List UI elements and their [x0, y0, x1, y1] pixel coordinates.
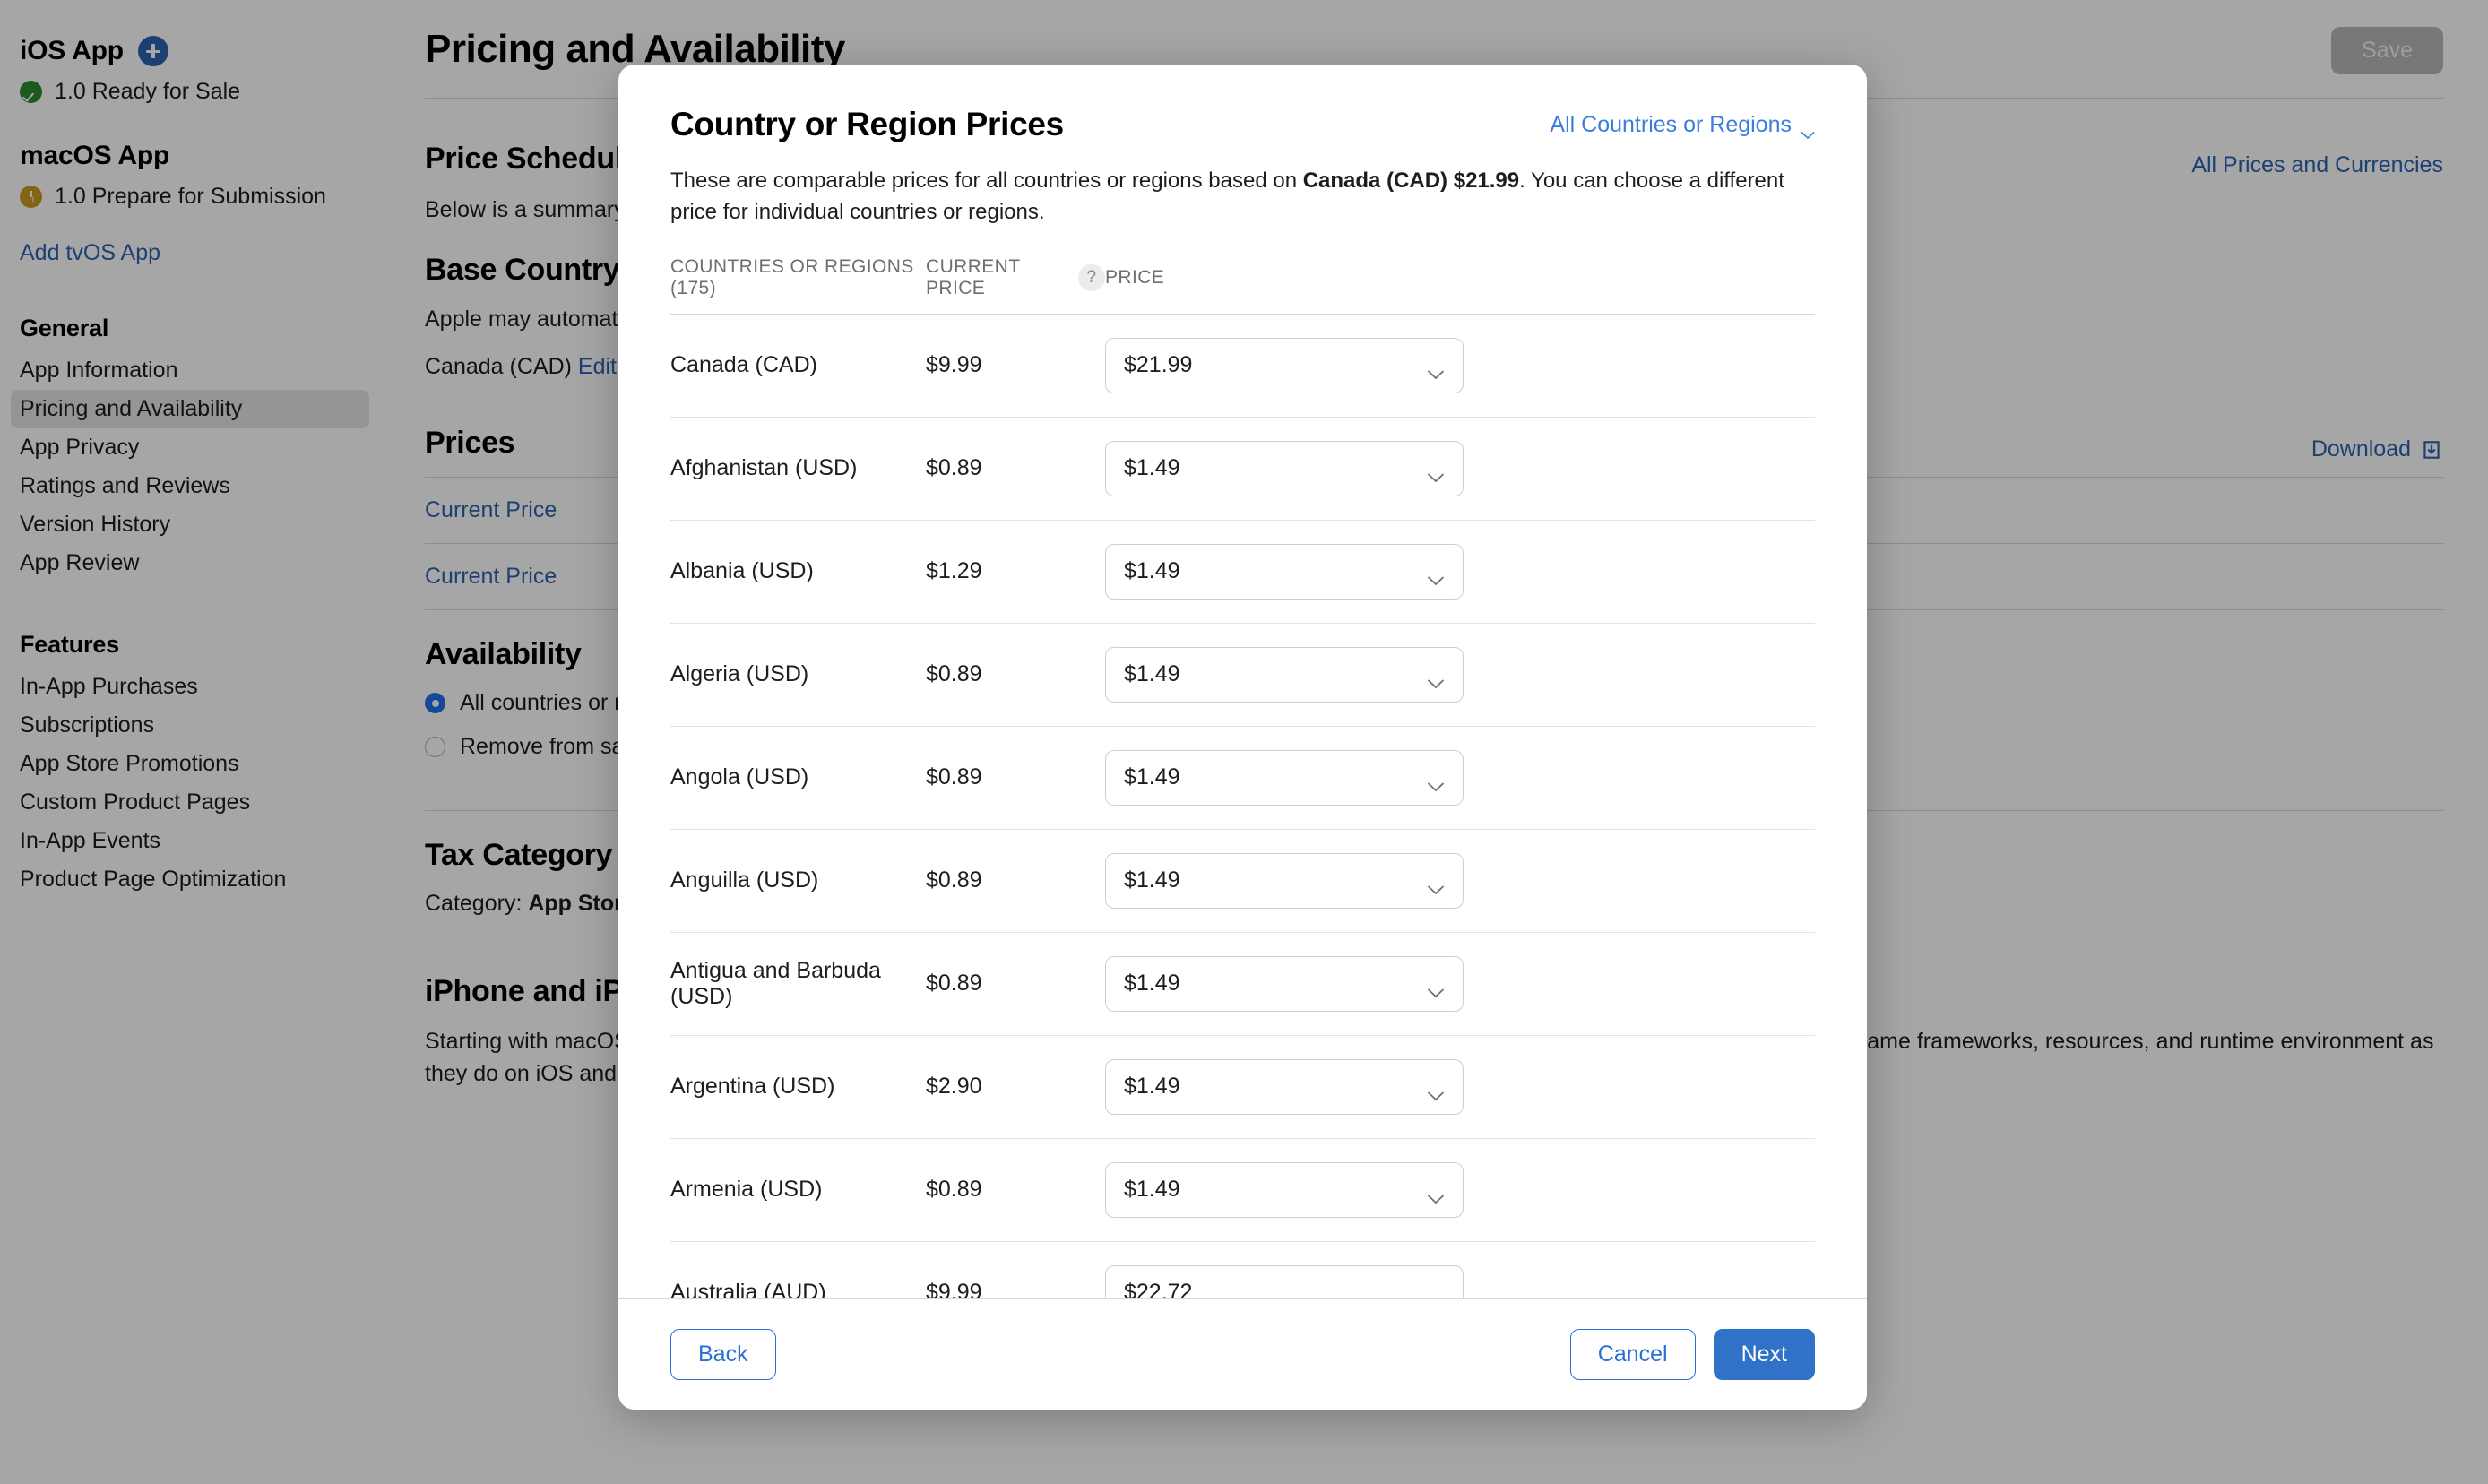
chevron-down-icon	[1427, 463, 1445, 482]
column-header-price: PRICE	[1105, 266, 1165, 288]
table-row: Angola (USD) $0.89 $1.49	[670, 727, 1815, 830]
cell-price: $1.49	[1105, 955, 1815, 1012]
cell-price: $1.49	[1105, 646, 1815, 703]
cell-price: $22.72	[1105, 1264, 1815, 1298]
price-select-value: $22.72	[1124, 1280, 1193, 1298]
cell-country: Albania (USD)	[670, 558, 814, 584]
table-row: Anguilla (USD) $0.89 $1.49	[670, 830, 1815, 933]
cell-country: Algeria (USD)	[670, 661, 809, 687]
cell-current-price: $0.89	[926, 867, 982, 893]
table-row: Algeria (USD) $0.89 $1.49	[670, 624, 1815, 727]
footer-actions: Cancel Next	[1569, 1328, 1815, 1380]
column-header-current-price-label: CURRENT PRICE	[926, 255, 1021, 298]
back-button[interactable]: Back	[670, 1328, 776, 1380]
description-base-price: Canada (CAD) $21.99	[1302, 168, 1520, 193]
cell-price: $1.49	[1105, 852, 1815, 909]
cell-current-price: $0.89	[926, 455, 982, 481]
price-select[interactable]: $1.49	[1105, 543, 1464, 600]
cell-current-price: $1.29	[926, 558, 982, 584]
cell-price: $1.49	[1105, 1058, 1815, 1115]
cell-current-price: $9.99	[926, 352, 982, 378]
cell-current-price: $9.99	[926, 1280, 982, 1298]
price-select[interactable]: $1.49	[1105, 1161, 1464, 1218]
cell-country: Afghanistan (USD)	[670, 455, 858, 481]
chevron-down-icon	[1427, 1082, 1445, 1100]
price-select[interactable]: $1.49	[1105, 1058, 1464, 1115]
country-or-region-prices-dialog: Country or Region Prices All Countries o…	[618, 65, 1867, 1410]
all-countries-or-regions-dropdown[interactable]: All Countries or Regions	[1550, 111, 1815, 140]
table-row: Armenia (USD) $0.89 $1.49	[670, 1139, 1815, 1242]
cell-price: $1.49	[1105, 440, 1815, 496]
price-select[interactable]: $1.49	[1105, 646, 1464, 703]
chevron-down-icon	[1427, 876, 1445, 894]
chevron-down-icon	[1427, 979, 1445, 997]
cell-country: Canada (CAD)	[670, 352, 817, 378]
chevron-down-icon	[1427, 772, 1445, 791]
question-mark-icon[interactable]: ?	[1078, 263, 1105, 291]
cell-country: Anguilla (USD)	[670, 867, 819, 893]
cell-current-price: $2.90	[926, 1074, 982, 1100]
cell-country: Angola (USD)	[670, 764, 809, 790]
table-row: Albania (USD) $1.29 $1.49	[670, 521, 1815, 624]
price-select[interactable]: $1.49	[1105, 955, 1464, 1012]
dialog-header: Country or Region Prices All Countries o…	[618, 65, 1867, 315]
price-select[interactable]: $1.49	[1105, 749, 1464, 806]
cell-price: $1.49	[1105, 749, 1815, 806]
price-select[interactable]: $1.49	[1105, 440, 1464, 496]
cell-country: Argentina (USD)	[670, 1074, 835, 1100]
price-select-value: $1.49	[1124, 867, 1180, 893]
chevron-down-icon	[1427, 1185, 1445, 1204]
price-select-value: $1.49	[1124, 455, 1180, 481]
chevron-down-icon	[1427, 1288, 1445, 1298]
table-row: Antigua and Barbuda (USD) $0.89 $1.49	[670, 933, 1815, 1036]
country-price-table[interactable]: Canada (CAD) $9.99 $21.99 Afghanistan (U…	[618, 315, 1867, 1298]
chevron-down-icon	[1427, 566, 1445, 585]
chevron-down-icon	[1427, 669, 1445, 688]
dialog-description: These are comparable prices for all coun…	[670, 166, 1791, 229]
dialog-title: Country or Region Prices	[670, 106, 1064, 142]
dialog-title-row: Country or Region Prices All Countries o…	[670, 106, 1815, 143]
table-row: Canada (CAD) $9.99 $21.99	[670, 315, 1815, 418]
cell-current-price: $0.89	[926, 1177, 982, 1203]
price-select[interactable]: $22.72	[1105, 1264, 1464, 1298]
price-select-value: $1.49	[1124, 764, 1180, 790]
cell-current-price: $0.89	[926, 971, 982, 997]
price-select-value: $1.49	[1124, 558, 1180, 584]
column-header-current-price: CURRENT PRICE ?	[926, 256, 1105, 299]
chevron-down-icon	[1801, 120, 1815, 140]
cell-current-price: $0.89	[926, 764, 982, 790]
description-prefix: These are comparable prices for all coun…	[670, 168, 1303, 193]
table-row: Afghanistan (USD) $0.89 $1.49	[670, 418, 1815, 521]
price-select-value: $1.49	[1124, 1074, 1180, 1100]
cell-price: $21.99	[1105, 337, 1815, 393]
cell-country: Australia (AUD)	[670, 1280, 826, 1298]
cell-country: Armenia (USD)	[670, 1177, 823, 1203]
column-header-countries: COUNTRIES OR REGIONS (175)	[670, 255, 914, 298]
filter-label: All Countries or Regions	[1550, 111, 1792, 137]
chevron-down-icon	[1427, 360, 1445, 379]
price-select[interactable]: $1.49	[1105, 852, 1464, 909]
price-select-value: $21.99	[1124, 352, 1193, 378]
cell-price: $1.49	[1105, 1161, 1815, 1218]
price-select-value: $1.49	[1124, 661, 1180, 687]
price-select[interactable]: $21.99	[1105, 337, 1464, 393]
next-button[interactable]: Next	[1713, 1328, 1815, 1380]
price-select-value: $1.49	[1124, 971, 1180, 997]
table-row: Argentina (USD) $2.90 $1.49	[670, 1036, 1815, 1139]
table-row: Australia (AUD) $9.99 $22.72	[670, 1242, 1815, 1298]
dialog-footer: Back Cancel Next	[618, 1298, 1867, 1410]
cell-country: Antigua and Barbuda (USD)	[670, 957, 881, 1009]
cancel-button[interactable]: Cancel	[1569, 1328, 1696, 1380]
cell-current-price: $0.89	[926, 661, 982, 687]
cell-price: $1.49	[1105, 543, 1815, 600]
table-header: COUNTRIES OR REGIONS (175) CURRENT PRICE…	[670, 256, 1815, 315]
price-select-value: $1.49	[1124, 1177, 1180, 1203]
